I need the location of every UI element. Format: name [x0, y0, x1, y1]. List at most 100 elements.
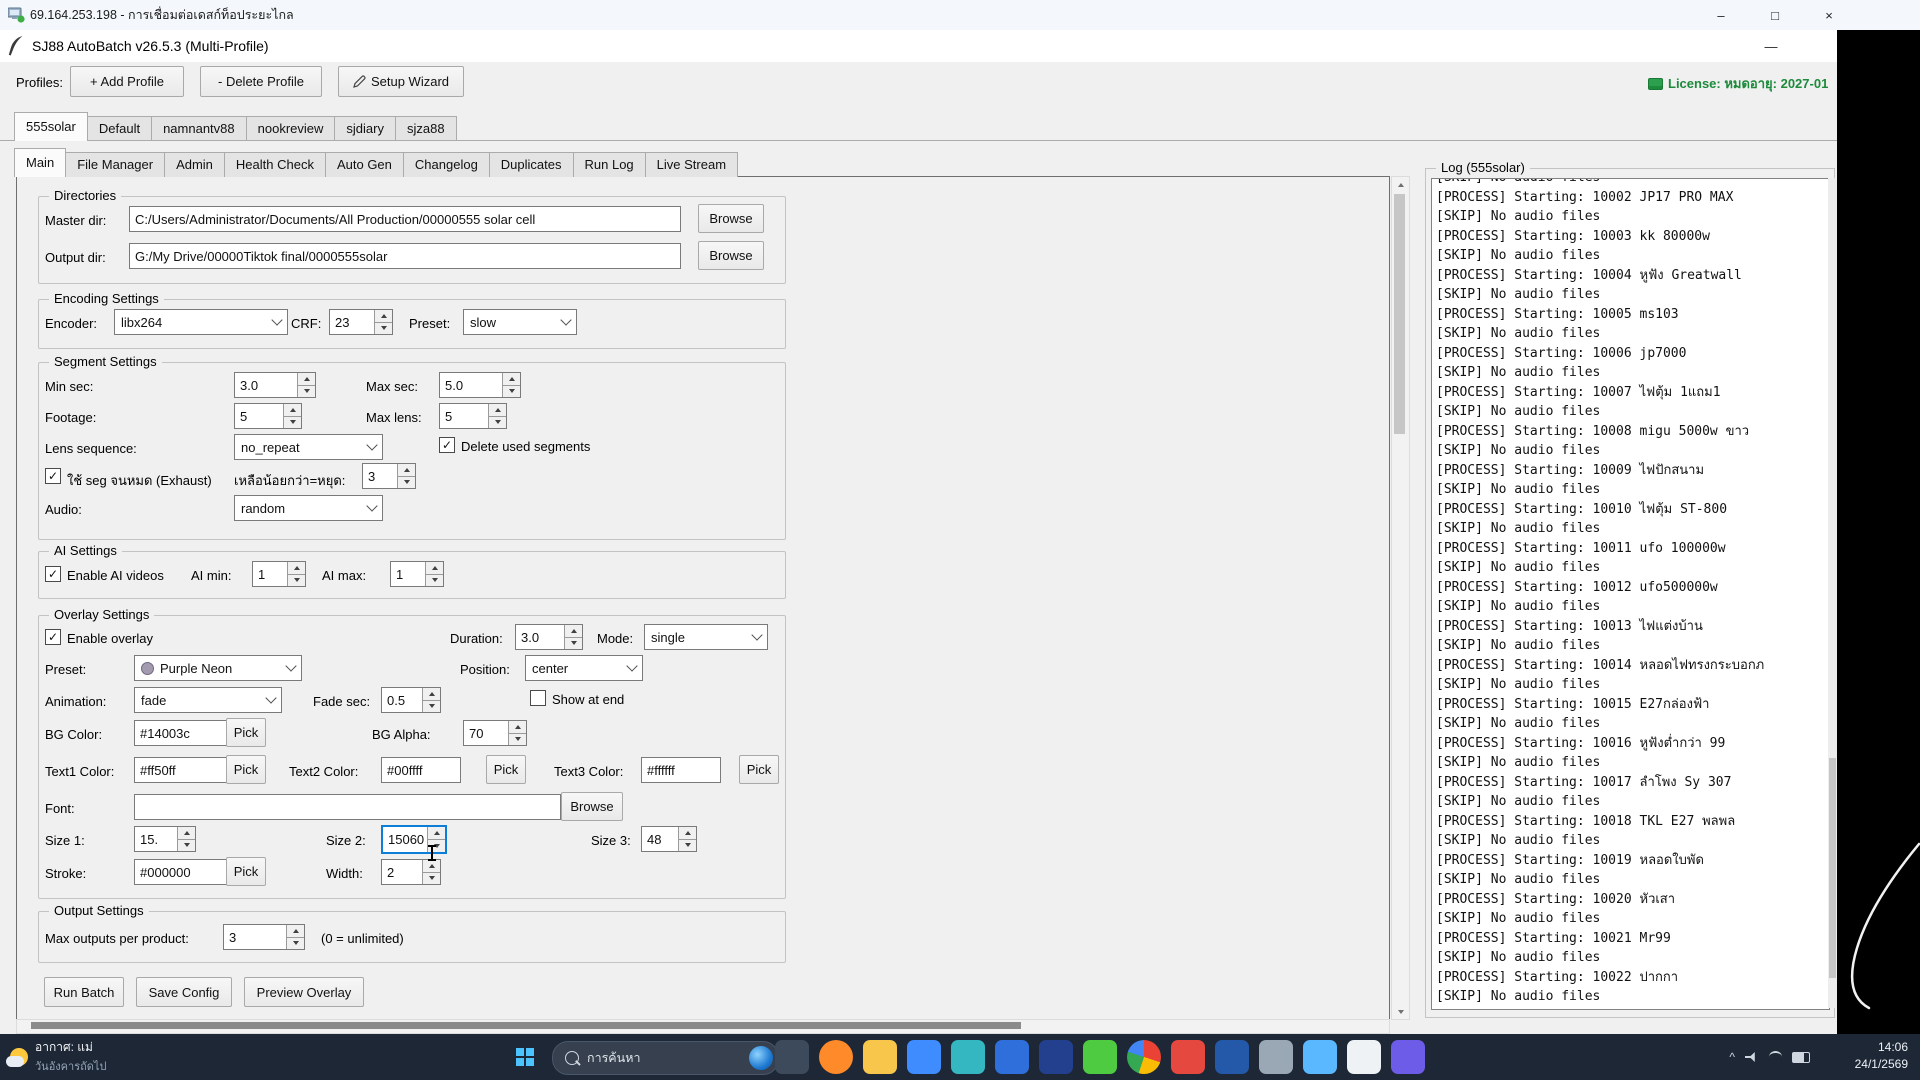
output-dir-browse-button[interactable]: Browse [698, 241, 764, 270]
line-icon[interactable] [1083, 1040, 1117, 1074]
ai-min-stepper[interactable]: 1 [252, 561, 306, 587]
size1-stepper[interactable]: 15. [134, 826, 196, 852]
save-config-button[interactable]: Save Config [136, 977, 232, 1007]
battery-icon[interactable] [1792, 1051, 1810, 1063]
task-view-icon[interactable] [775, 1040, 809, 1074]
text2-color-input[interactable]: #00ffff [381, 757, 461, 783]
store-icon[interactable] [907, 1040, 941, 1074]
delete-used-checkbox[interactable] [439, 437, 455, 453]
firefox-icon[interactable] [819, 1040, 853, 1074]
form-hscrollbar-thumb[interactable] [31, 1022, 1021, 1029]
show-at-end-checkbox[interactable] [530, 690, 546, 706]
master-dir-input[interactable]: C:/Users/Administrator/Documents/All Pro… [129, 206, 681, 232]
taskbar-weather-widget[interactable]: อากาศ: แม่ วันอังคารถัดไป [6, 1038, 106, 1075]
preview-overlay-button[interactable]: Preview Overlay [244, 977, 364, 1007]
main-tab-admin[interactable]: Admin [164, 152, 225, 177]
main-tab-changelog[interactable]: Changelog [402, 152, 490, 177]
system-tray[interactable]: ^ [1729, 1034, 1810, 1080]
max-outputs-stepper[interactable]: 3 [223, 924, 305, 950]
overlay-preset-select[interactable]: Purple Neon [134, 655, 302, 681]
output-dir-input[interactable]: G:/My Drive/00000Tiktok final/0000555sol… [129, 243, 681, 269]
text3-color-pick-button[interactable]: Pick [739, 755, 779, 784]
text1-color-pick-button[interactable]: Pick [226, 755, 266, 784]
form-scrollbar-thumb[interactable] [1394, 194, 1405, 434]
app-icon-blue[interactable] [995, 1040, 1029, 1074]
min-sec-stepper[interactable]: 3.0 [234, 372, 316, 398]
main-tab-duplicates[interactable]: Duplicates [488, 152, 574, 177]
master-dir-browse-button[interactable]: Browse [698, 204, 764, 233]
opera-icon[interactable] [1171, 1040, 1205, 1074]
ai-max-stepper[interactable]: 1 [390, 561, 444, 587]
main-tab-main[interactable]: Main [14, 148, 67, 177]
preset-select[interactable]: slow [463, 309, 577, 335]
animation-select[interactable]: fade [134, 687, 282, 713]
encoder-select[interactable]: libx264 [114, 309, 288, 335]
tray-overflow-chevron[interactable]: ^ [1729, 1050, 1735, 1064]
network-icon[interactable] [1769, 1051, 1782, 1063]
main-tab-health-check[interactable]: Health Check [223, 152, 326, 177]
start-button[interactable] [508, 1040, 542, 1074]
file-explorer-icon[interactable] [863, 1040, 897, 1074]
scroll-down-arrow[interactable] [1392, 1004, 1409, 1019]
profile-tab-namnantv88[interactable]: namnantv88 [151, 116, 247, 141]
bg-alpha-stepper[interactable]: 70 [463, 720, 527, 746]
footage-stepper[interactable]: 5 [234, 403, 302, 429]
delete-profile-button[interactable]: - Delete Profile [200, 66, 322, 97]
main-tab-auto-gen[interactable]: Auto Gen [324, 152, 404, 177]
font-browse-button[interactable]: Browse [561, 792, 623, 821]
exhaust-checkbox[interactable] [45, 468, 61, 484]
settings-icon[interactable] [1259, 1040, 1293, 1074]
fade-sec-stepper[interactable]: 0.5 [381, 687, 441, 713]
remain-stepper[interactable]: 3 [362, 463, 416, 489]
text3-color-input[interactable]: #ffffff [641, 757, 721, 783]
form-horizontal-scrollbar[interactable] [16, 1019, 1390, 1034]
lens-sequence-select[interactable]: no_repeat [234, 434, 383, 460]
add-profile-button[interactable]: + Add Profile [70, 66, 184, 97]
bg-color-input[interactable]: #14003c [134, 720, 229, 746]
word-icon[interactable] [1039, 1040, 1073, 1074]
chrome-icon[interactable] [1127, 1040, 1161, 1074]
enable-overlay-checkbox[interactable] [45, 629, 61, 645]
notepad-icon[interactable] [1347, 1040, 1381, 1074]
stroke-pick-button[interactable]: Pick [226, 857, 266, 886]
profile-tab-default[interactable]: Default [86, 116, 153, 141]
profile-tab-555solar[interactable]: 555solar [14, 112, 88, 141]
log-textbox[interactable]: [SKIP] No audio files[PROCESS] Starting:… [1431, 178, 1830, 1010]
anydesk-icon[interactable] [1303, 1040, 1337, 1074]
run-batch-button[interactable]: Run Batch [44, 977, 124, 1007]
taskbar-search[interactable]: การค้นหา [552, 1041, 779, 1075]
edge-icon[interactable] [951, 1040, 985, 1074]
position-select[interactable]: center [525, 655, 643, 681]
log-scrollbar-thumb[interactable] [1829, 758, 1836, 978]
audio-select[interactable]: random [234, 495, 383, 521]
form-vertical-scrollbar[interactable] [1391, 176, 1410, 1020]
setup-wizard-button[interactable]: Setup Wizard [338, 66, 464, 97]
scroll-up-arrow[interactable] [1392, 177, 1409, 192]
media-player-icon[interactable] [1391, 1040, 1425, 1074]
enable-ai-checkbox[interactable] [45, 566, 61, 582]
font-input[interactable] [134, 794, 561, 820]
size3-stepper[interactable]: 48 [641, 826, 697, 852]
max-sec-stepper[interactable]: 5.0 [439, 372, 521, 398]
app-icon-navy[interactable] [1215, 1040, 1249, 1074]
bg-color-pick-button[interactable]: Pick [226, 718, 266, 747]
volume-icon[interactable] [1745, 1052, 1755, 1062]
mode-select[interactable]: single [644, 624, 768, 650]
stroke-width-stepper[interactable]: 2 [381, 859, 441, 885]
max-lens-stepper[interactable]: 5 [439, 403, 507, 429]
app-minimize-button[interactable]: — [1748, 30, 1794, 62]
rdp-minimize-button[interactable]: – [1698, 0, 1744, 30]
taskbar-clock[interactable]: 14:06 24/1/2569 [1855, 1039, 1908, 1073]
rdp-maximize-button[interactable]: □ [1752, 0, 1798, 30]
main-tab-file-manager[interactable]: File Manager [65, 152, 166, 177]
main-tab-run-log[interactable]: Run Log [572, 152, 646, 177]
rdp-close-button[interactable]: × [1806, 0, 1852, 30]
log-scrollbar[interactable] [1828, 178, 1837, 1008]
text2-color-pick-button[interactable]: Pick [486, 755, 526, 784]
crf-stepper[interactable]: 23 [329, 309, 393, 335]
profile-tab-sjza88[interactable]: sjza88 [394, 116, 457, 141]
stroke-color-input[interactable]: #000000 [134, 859, 229, 885]
profile-tab-sjdiary[interactable]: sjdiary [334, 116, 396, 141]
text1-color-input[interactable]: #ff50ff [134, 757, 229, 783]
profile-tab-nookreview[interactable]: nookreview [245, 116, 336, 141]
